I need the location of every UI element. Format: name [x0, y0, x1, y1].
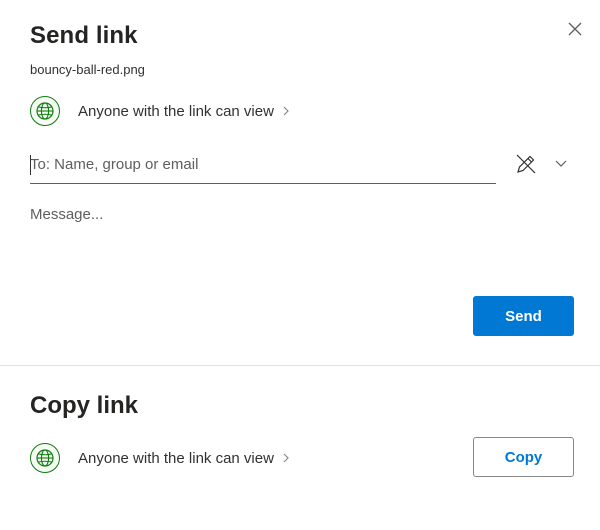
permission-label: Anyone with the link can view [78, 102, 274, 120]
copy-link-permission-selector[interactable]: Anyone with the link can view [30, 443, 290, 473]
send-link-title: Send link [30, 22, 138, 49]
globe-icon [30, 443, 60, 473]
close-icon [568, 22, 582, 36]
chevron-right-icon [282, 105, 290, 117]
text-caret [30, 155, 31, 175]
send-button[interactable]: Send [473, 296, 574, 336]
message-input[interactable] [30, 206, 570, 276]
copy-button[interactable]: Copy [473, 437, 574, 477]
contact-picker-button[interactable] [514, 150, 568, 178]
share-dialog: Send link bouncy-ball-red.png Anyone wit… [0, 0, 600, 530]
recipient-input[interactable] [30, 146, 496, 183]
send-link-permission-selector[interactable]: Anyone with the link can view [30, 96, 290, 126]
file-name: bouncy-ball-red.png [30, 62, 145, 77]
pencil-icon [516, 154, 536, 174]
permission-label: Anyone with the link can view [78, 449, 274, 467]
globe-icon [30, 96, 60, 126]
chevron-right-icon [282, 452, 290, 464]
chevron-down-icon [555, 160, 567, 167]
section-divider [0, 365, 600, 366]
recipient-field [30, 146, 496, 184]
copy-link-title: Copy link [30, 392, 139, 419]
close-button[interactable] [562, 16, 588, 42]
